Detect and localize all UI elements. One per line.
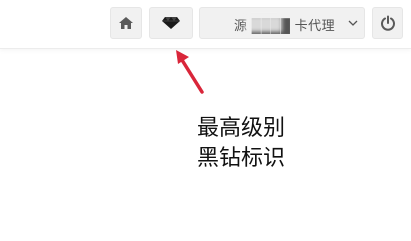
black-diamond-icon bbox=[162, 17, 180, 29]
home-icon bbox=[119, 17, 133, 29]
annotation-arrow bbox=[176, 50, 204, 94]
annotation-text: 最高级别 黑钻标识 bbox=[197, 114, 285, 174]
chevron-down-icon bbox=[348, 20, 358, 26]
logout-button[interactable] bbox=[372, 7, 403, 39]
top-toolbar: 源 ████ 卡代理 bbox=[0, 0, 411, 49]
annotation-line-1: 最高级别 bbox=[197, 116, 286, 141]
home-button[interactable] bbox=[110, 7, 142, 39]
account-dropdown[interactable]: 源 ████ 卡代理 bbox=[199, 7, 365, 39]
power-icon bbox=[380, 15, 395, 31]
annotation-line-2: 黑钻标识 bbox=[197, 146, 286, 171]
vip-level-button[interactable] bbox=[149, 7, 193, 39]
redacted-name-blur bbox=[246, 16, 282, 32]
